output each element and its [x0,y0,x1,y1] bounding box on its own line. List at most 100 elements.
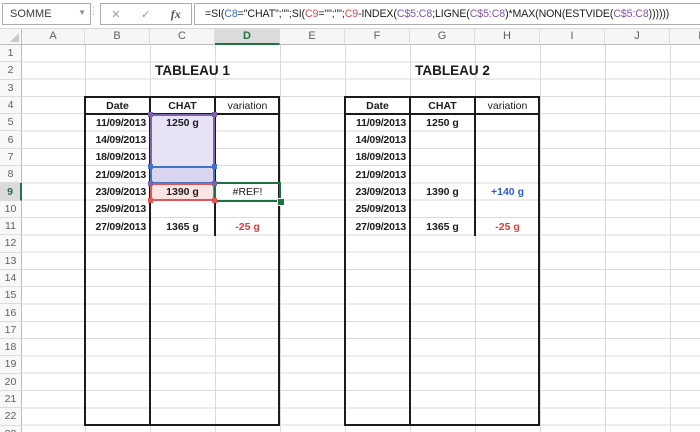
cell-G4[interactable]: CHAT [410,97,475,114]
name-box-dropdown-icon[interactable]: ▼ [78,8,86,17]
cell-G9[interactable]: 1390 g [410,183,475,200]
cell-G5[interactable]: 1250 g [410,114,475,131]
cell-H9[interactable]: +140 g [475,183,540,200]
formula-part: C$5:C8 [469,8,506,20]
cell-C9[interactable]: 1390 g [150,183,215,200]
formula-part: =SI( [205,8,225,20]
cell-F4[interactable]: Date [345,97,410,114]
cell-F11[interactable]: 27/09/2013 [345,218,410,235]
row-headers: 1234567891011121314151617181920212223 [0,45,22,432]
cell-B8[interactable]: 21/09/2013 [85,166,150,183]
row-header-12[interactable]: 12 [0,235,22,253]
cell-B11[interactable]: 27/09/2013 [85,218,150,235]
column-header-B[interactable]: B [85,28,150,45]
row-header-15[interactable]: 15 [0,287,22,305]
column-header-A[interactable]: A [22,28,85,45]
formula-bar: SOMME ▼ ⋮ ✕ ✓ fx =SI(C8="CHAT";"";SI(C9=… [0,0,700,29]
cell-F5[interactable]: 11/09/2013 [345,114,410,131]
formula-part: ="CHAT";"";SI( [237,8,305,20]
cell-C11[interactable]: 1365 g [150,218,215,235]
cell-B4[interactable]: Date [85,97,150,114]
cell-B9[interactable]: 23/09/2013 [85,183,150,200]
formula-part: C9 [304,8,319,20]
row-header-20[interactable]: 20 [0,373,22,391]
formula-part: ="";""; [318,8,345,20]
row-header-21[interactable]: 21 [0,390,22,409]
row-header-7[interactable]: 7 [0,148,22,167]
column-header-D[interactable]: D [215,28,280,45]
purple-range-handle[interactable] [212,112,217,117]
enter-icon[interactable]: ✓ [141,8,150,21]
select-all-corner[interactable] [0,28,22,45]
cell-B6[interactable]: 14/09/2013 [85,132,150,149]
active-cell-border-D9[interactable] [214,182,281,202]
row-header-13[interactable]: 13 [0,252,22,270]
insert-function-icon[interactable]: fx [171,7,181,22]
cell-F7[interactable]: 18/09/2013 [345,149,410,166]
row-header-23[interactable]: 23 [0,425,22,432]
formula-part: C$5:C8 [396,8,433,20]
row-header-22[interactable]: 22 [0,408,22,426]
column-header-J[interactable]: J [605,28,670,45]
cell-F6[interactable]: 14/09/2013 [345,132,410,149]
row-header-17[interactable]: 17 [0,321,22,340]
name-box[interactable]: SOMME ▼ [2,3,91,25]
row-header-14[interactable]: 14 [0,269,22,288]
row-header-8[interactable]: 8 [0,166,22,184]
formula-part: C9 [344,8,359,20]
column-header-C[interactable]: C [150,28,215,45]
formula-part: )))))) [648,8,670,20]
purple-range-handle[interactable] [148,112,153,117]
row-header-16[interactable]: 16 [0,304,22,322]
cell-H4[interactable]: variation [475,97,540,114]
fill-handle[interactable] [277,198,285,206]
blue-range-handle[interactable] [148,164,153,169]
formula-part: C$5:C8 [613,8,649,20]
cell-C4[interactable]: CHAT [150,97,215,114]
row-header-18[interactable]: 18 [0,339,22,357]
column-header-I[interactable]: I [540,28,605,45]
table2-title: TABLEAU 2 [415,63,490,78]
column-header-K[interactable]: K [670,28,700,45]
row-header-19[interactable]: 19 [0,356,22,374]
formula-input[interactable]: =SI(C8="CHAT";"";SI(C9="";"";C9-INDEX(C$… [194,3,700,25]
red-range-handle[interactable] [148,198,153,203]
table1-title: TABLEAU 1 [155,63,230,78]
purple-range-handle[interactable] [212,181,217,186]
row-header-11[interactable]: 11 [0,217,22,236]
cell-F8[interactable]: 21/09/2013 [345,166,410,183]
cell-C5[interactable]: 1250 g [150,114,215,131]
cell-D4[interactable]: variation [215,97,280,114]
cell-G11[interactable]: 1365 g [410,218,475,235]
column-header-E[interactable]: E [280,28,345,45]
row-header-10[interactable]: 10 [0,200,22,218]
row-header-9[interactable]: 9 [0,183,22,201]
cell-H11[interactable]: -25 g [475,218,540,235]
red-range-handle[interactable] [212,198,217,203]
name-box-value: SOMME [10,8,52,20]
column-header-G[interactable]: G [410,28,475,45]
column-header-F[interactable]: F [345,28,410,45]
blue-range-handle[interactable] [212,164,217,169]
row-header-2[interactable]: 2 [0,62,22,80]
row-header-1[interactable]: 1 [0,45,22,63]
cell-F9[interactable]: 23/09/2013 [345,183,410,200]
cell-D11[interactable]: -25 g [215,218,280,235]
excel-window: SOMME ▼ ⋮ ✕ ✓ fx =SI(C8="CHAT";"";SI(C9=… [0,0,700,432]
row-header-4[interactable]: 4 [0,96,22,115]
formula-part: )*MAX(NON(ESTVIDE( [505,8,614,20]
row-header-3[interactable]: 3 [0,79,22,97]
row-header-5[interactable]: 5 [0,114,22,132]
row-header-6[interactable]: 6 [0,131,22,149]
cell-F10[interactable]: 25/09/2013 [345,201,410,218]
column-headers: ABCDEFGHIJK [22,28,700,45]
cell-B7[interactable]: 18/09/2013 [85,149,150,166]
cell-B5[interactable]: 11/09/2013 [85,114,150,131]
formula-buttons: ✕ ✓ fx [100,3,192,25]
cell-B10[interactable]: 25/09/2013 [85,201,150,218]
formula-part: C8 [224,8,238,20]
purple-range-handle[interactable] [148,181,153,186]
cancel-icon[interactable]: ✕ [111,8,120,21]
column-header-H[interactable]: H [475,28,540,45]
blue-range-highlight-C8 [150,166,215,184]
